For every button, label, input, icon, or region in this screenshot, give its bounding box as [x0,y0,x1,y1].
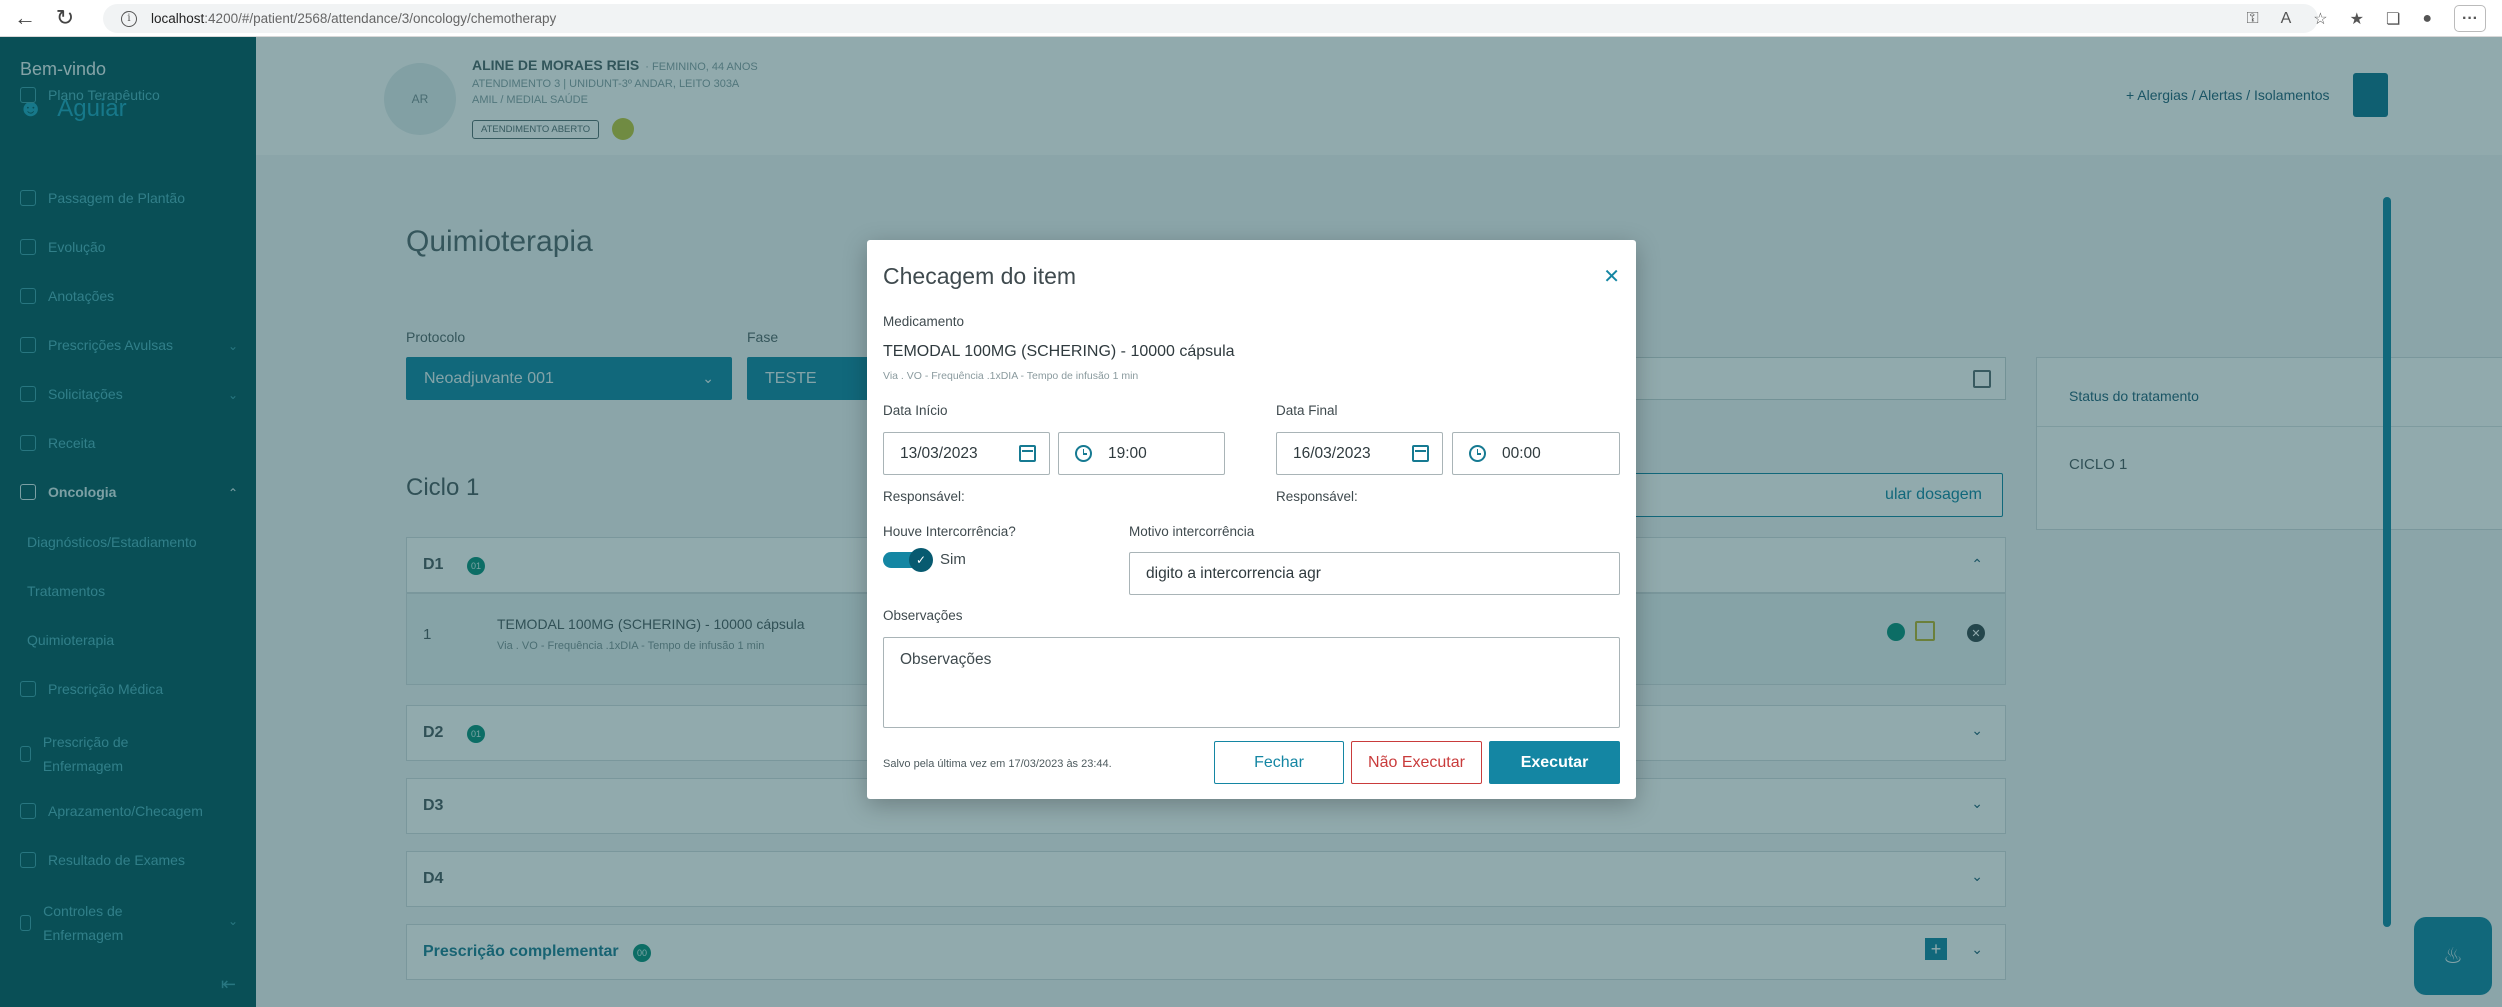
more-button[interactable]: ··· [2454,5,2486,32]
browser-toolbar: ← ↻ i localhost:4200/#/patient/2568/atte… [0,0,2502,37]
read-aloud-icon[interactable]: A [2281,10,2292,28]
start-responsible-label: Responsável: [883,489,965,504]
start-date-input[interactable]: 13/03/2023 [883,432,1050,475]
end-time-input[interactable]: 00:00 [1452,432,1620,475]
address-bar[interactable]: i localhost:4200/#/patient/2568/attendan… [103,4,2318,33]
favorites-icon[interactable]: ★ [2350,9,2364,29]
start-time-value: 19:00 [1108,444,1147,462]
start-date-value: 13/03/2023 [900,444,978,462]
last-saved-text: Salvo pela última vez em 17/03/2023 às 2… [883,758,1112,770]
reload-icon[interactable]: ↻ [50,3,80,33]
favorite-add-icon[interactable]: ☆ [2313,9,2327,29]
end-time-value: 00:00 [1502,444,1541,462]
calendar-icon[interactable] [1412,445,1429,462]
end-date-input[interactable]: 16/03/2023 [1276,432,1443,475]
end-responsible-label: Responsável: [1276,489,1358,504]
collections-icon[interactable]: ❏ [2386,9,2400,29]
intercurrence-label: Houve Intercorrência? [883,524,1016,539]
clock-icon [1469,445,1486,462]
url-path: :4200/#/patient/2568/attendance/3/oncolo… [204,11,557,26]
medication-label: Medicamento [883,314,965,329]
check-item-dialog: Checagem do item ✕ Medicamento TEMODAL 1… [867,240,1636,799]
medication-details: Via . VO - Frequência .1xDIA - Tempo de … [883,370,1139,382]
end-date-label: Data Final [1276,403,1338,418]
info-icon[interactable]: i [121,10,137,27]
execute-button[interactable]: Executar [1489,741,1620,784]
not-execute-button[interactable]: Não Executar [1351,741,1482,784]
dialog-title: Checagem do item [883,263,1077,289]
reason-input[interactable]: digito a intercorrencia agr [1129,552,1620,595]
calendar-icon[interactable] [1019,445,1036,462]
profile-icon[interactable]: ● [2422,10,2432,28]
reason-value: digito a intercorrencia agr [1146,564,1321,582]
clock-icon [1075,445,1092,462]
close-icon[interactable]: ✕ [1603,264,1620,289]
notes-label: Observações [883,608,963,623]
key-icon[interactable]: ⚿ [2246,10,2258,28]
back-icon[interactable]: ← [10,3,40,33]
intercurrence-toggle[interactable]: ✓ [883,548,933,572]
check-icon: ✓ [909,548,933,572]
reason-label: Motivo intercorrência [1129,524,1255,539]
notes-textarea[interactable]: Observações [883,637,1620,728]
medication-name: TEMODAL 100MG (SCHERING) - 10000 cápsula [883,343,1235,360]
start-date-label: Data Início [883,403,948,418]
end-date-value: 16/03/2023 [1293,444,1371,462]
start-time-input[interactable]: 19:00 [1058,432,1225,475]
intercurrence-value: Sim [940,551,966,568]
url-host: localhost [151,11,205,26]
close-button[interactable]: Fechar [1214,741,1344,784]
